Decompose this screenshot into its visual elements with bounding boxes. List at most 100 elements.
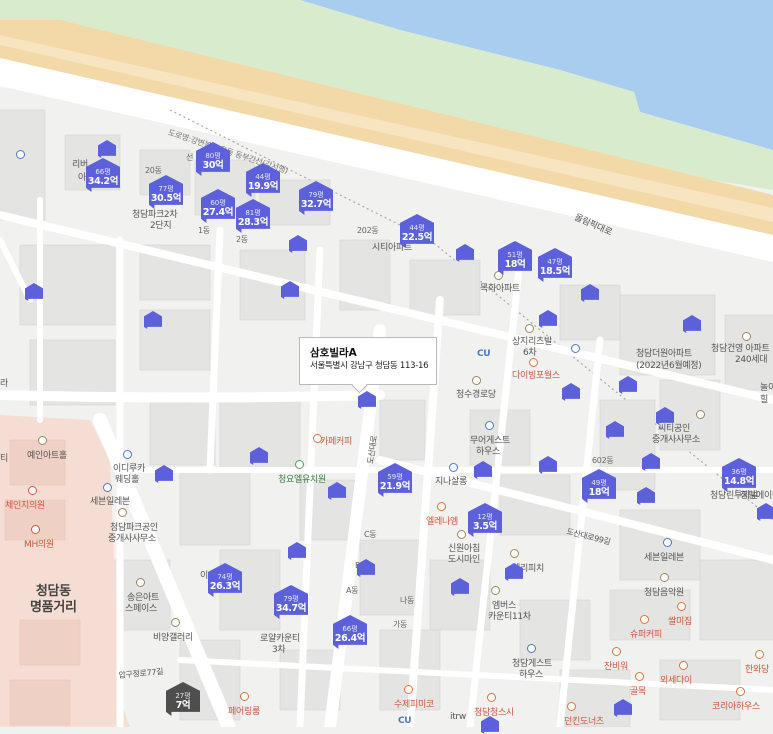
clinic-icon	[31, 525, 40, 534]
place-label: 202동	[357, 226, 379, 235]
parking-icon	[16, 150, 25, 159]
place-label: 잔비워	[604, 662, 628, 672]
parking-icon	[571, 344, 580, 353]
place-label: 놀이	[760, 383, 773, 393]
place-label: 중개사사무소	[652, 435, 700, 445]
listing-area: 36평	[731, 467, 747, 476]
place-label: 지나살롱	[435, 477, 467, 487]
listing-price: 18.5억	[539, 265, 571, 277]
listing-area: 60평	[210, 198, 226, 207]
restaurant-icon	[487, 693, 496, 702]
place-label: 240세대	[735, 355, 768, 365]
listing-area: 77평	[158, 184, 174, 193]
place-label: 스페이스	[125, 604, 157, 614]
listing-area: 47평	[547, 257, 563, 266]
listing-area: 27평	[175, 691, 191, 700]
place-label: 비양갤러리	[153, 633, 193, 643]
place-label: 리버	[72, 160, 88, 170]
district-label: 청담동 명품거리	[30, 584, 77, 615]
place-label: 슈퍼커피	[630, 630, 662, 640]
place-label: 웨딩홀	[115, 475, 139, 485]
listing-area: 59평	[387, 472, 403, 481]
place-label: 던킨도너츠	[564, 717, 604, 727]
place-label: 한와당	[745, 665, 769, 675]
place-label: 라	[0, 379, 8, 389]
hall-icon	[38, 436, 47, 445]
listing-area: 74평	[217, 572, 233, 581]
place-label: 골목	[630, 687, 646, 697]
place-label: 카운티11차	[488, 612, 531, 622]
place-label: 수제피미코	[394, 700, 434, 710]
popup-address: 서울특별시 강남구 청담동 113-16	[310, 361, 429, 371]
apartment-icon	[491, 586, 500, 595]
place-label: 청담음악원	[644, 588, 684, 598]
place-label: 쌀미집	[668, 617, 692, 627]
place-label: 세븐일레븐	[644, 553, 684, 563]
gallery-icon	[136, 578, 145, 587]
listing-price: 34.2억	[87, 175, 119, 187]
restaurant-icon	[736, 687, 745, 696]
place-label: 티	[0, 454, 8, 464]
place-label: 세븐일레븐	[90, 497, 130, 507]
listing-price: 14.8억	[723, 475, 755, 487]
listing-price: 34.7억	[275, 602, 307, 614]
place-label: 코리아하우스	[712, 702, 760, 712]
place-label: 예인아트홀	[27, 451, 67, 461]
apartment-icon	[742, 332, 751, 341]
place-label: C동	[364, 530, 377, 539]
listing-price: 26.4억	[334, 632, 366, 644]
listing-area: 66평	[95, 167, 111, 176]
listing-popup[interactable]: 삼호빌라A 서울특별시 강남구 청담동 113-16	[299, 337, 437, 385]
restaurant-icon	[437, 502, 446, 511]
wedding-icon	[123, 450, 132, 459]
restaurant-icon	[679, 661, 688, 670]
apartment-icon	[510, 549, 519, 558]
place-label: 카페커피	[320, 437, 352, 447]
listing-area: 44평	[409, 223, 425, 232]
cafe-icon	[313, 434, 322, 443]
place-label: 602동	[592, 456, 614, 465]
place-label: itrw	[450, 712, 466, 722]
restaurant-icon	[240, 692, 249, 701]
place-label: (2022년6월예정)	[636, 361, 702, 371]
kindergarten-icon	[295, 460, 304, 469]
listing-price: 19.9억	[247, 180, 279, 192]
listing-area: 80평	[205, 151, 221, 160]
cafe-icon	[640, 615, 649, 624]
place-label: 아	[78, 173, 86, 183]
listing-price: 27.4억	[202, 206, 234, 218]
listing-price: 7억	[175, 699, 191, 711]
place-label: 2단지	[150, 221, 172, 231]
listing-price: 18억	[504, 258, 526, 270]
salon-icon	[449, 463, 458, 472]
store-icon	[103, 483, 112, 492]
clinic-icon	[28, 486, 37, 495]
place-label: 다이빙포월스	[512, 371, 560, 381]
lodging-icon	[485, 421, 494, 430]
listing-area: 49평	[591, 478, 607, 487]
listing-price: 3.5억	[473, 520, 497, 532]
restaurant-icon	[567, 702, 576, 711]
place-label: 목화아파트	[480, 284, 520, 294]
place-label: 가동	[393, 620, 408, 629]
store-icon	[663, 538, 672, 547]
place-label: 힐	[760, 395, 768, 405]
listing-price: 22.5억	[401, 231, 433, 243]
listing-area: 51평	[507, 250, 523, 259]
gallery-icon	[171, 618, 180, 627]
listing-price: 30.5억	[150, 192, 182, 204]
place-label: 나동	[400, 596, 415, 605]
restaurant-icon	[612, 647, 621, 656]
restaurant-icon	[635, 672, 644, 681]
place-label: CU	[477, 349, 491, 359]
apartment-icon	[457, 530, 466, 539]
place-label: 청담린투지빌	[710, 491, 758, 501]
place-label: 페어링룸	[228, 707, 260, 717]
place-label: 선	[186, 153, 194, 162]
restaurant-icon	[529, 358, 538, 367]
restaurant-icon	[755, 650, 764, 659]
place-label: 외세다이	[660, 676, 692, 686]
listing-price: 18억	[588, 486, 610, 498]
restaurant-icon	[677, 602, 686, 611]
restaurant-icon	[404, 685, 413, 694]
